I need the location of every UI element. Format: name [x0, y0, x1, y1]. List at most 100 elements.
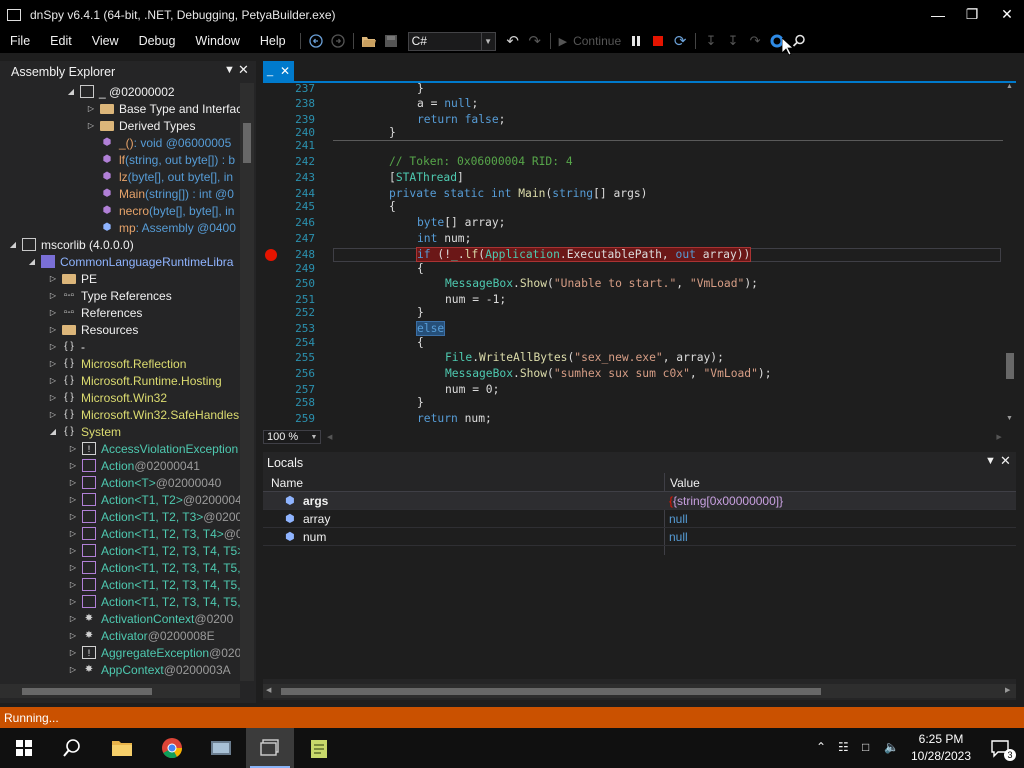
- collapsed-arrow-icon[interactable]: ▷: [48, 410, 58, 419]
- tree-node[interactable]: ▷ PE: [48, 270, 97, 287]
- column-header-value[interactable]: Value: [670, 476, 700, 490]
- tree-node[interactable]: ◢ _ @02000002: [66, 83, 175, 100]
- tree-node-assembly[interactable]: ◢ mscorlib (4.0.0.0): [8, 236, 134, 253]
- maximize-button[interactable]: ❐: [955, 0, 989, 29]
- minimize-button[interactable]: —: [921, 0, 955, 29]
- expanded-arrow-icon[interactable]: ◢: [48, 427, 58, 436]
- menu-help[interactable]: Help: [250, 29, 296, 53]
- collapsed-arrow-icon[interactable]: ▷: [68, 597, 78, 606]
- tree-node[interactable]: ▷ Base Type and Interfac: [86, 100, 240, 117]
- zoom-select[interactable]: 100 % ▼: [263, 430, 321, 444]
- save-all-button[interactable]: [380, 29, 402, 53]
- scrollbar-thumb[interactable]: [243, 123, 251, 163]
- tree-node-class[interactable]: ▷ Action <T1, T2, T3, T4, T5,: [68, 593, 240, 610]
- continue-button[interactable]: ▶ Continue: [555, 29, 626, 53]
- tree-node[interactable]: ▷ ▫-▫ Type References: [48, 287, 172, 304]
- tree-node-namespace[interactable]: ▷{ } Microsoft.Win32: [48, 389, 167, 406]
- app-taskbar-button[interactable]: [197, 728, 245, 768]
- tree-node-field[interactable]: ⬢ mp : Assembly @0400: [100, 219, 236, 236]
- scroll-up-arrow-icon[interactable]: ▲: [1006, 83, 1013, 90]
- collapsed-arrow-icon[interactable]: ▷: [48, 274, 58, 283]
- collapsed-arrow-icon[interactable]: ▷: [48, 359, 58, 368]
- tree-node-class[interactable]: ▷ Action <T1, T2, T3, T4, T5>: [68, 542, 240, 559]
- language-select[interactable]: C# ▼: [407, 31, 496, 51]
- tree-node-class[interactable]: ▷ Action @02000041: [68, 457, 200, 474]
- collapsed-arrow-icon[interactable]: ▷: [48, 308, 58, 317]
- collapsed-arrow-icon[interactable]: ▷: [68, 665, 78, 674]
- collapsed-arrow-icon[interactable]: ▷: [68, 478, 78, 487]
- line-number-gutter[interactable]: 237 238 239 240 241 242 243 244 245 246 …: [263, 83, 329, 430]
- value-cell[interactable]: null: [669, 530, 688, 544]
- dnspy-taskbar-button[interactable]: [246, 728, 294, 768]
- collapsed-arrow-icon[interactable]: ▷: [48, 342, 58, 351]
- column-header-name[interactable]: Name: [271, 476, 303, 490]
- tree-node-class[interactable]: ▷ Action <T1, T2, T3> @0200: [68, 508, 240, 525]
- clock[interactable]: 6:25 PM 10/28/2023: [906, 731, 976, 765]
- network-icon[interactable]: □: [862, 740, 869, 754]
- restart-button[interactable]: ⟳: [669, 29, 691, 53]
- collapsed-arrow-icon[interactable]: ▷: [68, 546, 78, 555]
- tree-node-module[interactable]: ◢ CommonLanguageRuntimeLibra: [27, 253, 234, 270]
- expanded-arrow-icon[interactable]: ◢: [8, 240, 18, 249]
- collapsed-arrow-icon[interactable]: ▷: [48, 325, 58, 334]
- tree-node-class[interactable]: ▷ Action <T1, T2, T3, T4> @0: [68, 525, 240, 542]
- collapsed-arrow-icon[interactable]: ▷: [68, 631, 78, 640]
- scroll-right-arrow-icon[interactable]: ▶: [1005, 686, 1010, 694]
- editor-tab[interactable]: _ ✕: [263, 61, 294, 81]
- start-button[interactable]: [0, 728, 48, 768]
- tree-node[interactable]: ▷ ▫-▫ References: [48, 304, 142, 321]
- menu-debug[interactable]: Debug: [129, 29, 186, 53]
- chevron-up-icon[interactable]: ⌃: [816, 740, 826, 754]
- locals-horizontal-scrollbar[interactable]: ◀ ▶: [263, 684, 1016, 698]
- tree-node-class[interactable]: ▷ Action <T1, T2, T3, T4, T5,: [68, 576, 240, 593]
- value-cell[interactable]: null: [669, 512, 688, 526]
- collapsed-arrow-icon[interactable]: ▷: [68, 580, 78, 589]
- expanded-arrow-icon[interactable]: ◢: [66, 87, 76, 96]
- panel-menu-chevron-icon[interactable]: ▼: [224, 64, 235, 76]
- scrollbar-thumb[interactable]: [281, 688, 821, 695]
- step-out-button[interactable]: ↷: [744, 29, 766, 53]
- table-row[interactable]: ⬢ array null: [263, 510, 1016, 528]
- tree-node-class[interactable]: ▷ ✸ Activator @0200008E: [68, 627, 215, 644]
- menu-file[interactable]: File: [0, 29, 40, 53]
- scrollbar-thumb[interactable]: [1006, 353, 1014, 379]
- navigate-forward-button[interactable]: [327, 29, 349, 53]
- collapsed-arrow-icon[interactable]: ▷: [48, 376, 58, 385]
- break-all-button[interactable]: [625, 29, 647, 53]
- tab-close-icon[interactable]: ✕: [280, 64, 290, 78]
- stop-debugging-button[interactable]: [647, 29, 669, 53]
- notepad-taskbar-button[interactable]: [295, 728, 343, 768]
- editor-vertical-scrollbar[interactable]: ▲ ▼: [1004, 83, 1016, 430]
- code-editor[interactable]: 237 238 239 240 241 242 243 244 245 246 …: [263, 83, 1016, 430]
- tree-node-namespace[interactable]: ▷{ } -: [48, 338, 85, 355]
- collapsed-arrow-icon[interactable]: ▷: [68, 529, 78, 538]
- panel-menu-chevron-icon[interactable]: ▼: [985, 455, 996, 467]
- navigate-back-button[interactable]: [305, 29, 327, 53]
- tree-node[interactable]: ▷ Derived Types: [86, 117, 196, 134]
- search-taskbar-button[interactable]: [48, 728, 96, 768]
- collapsed-arrow-icon[interactable]: ▷: [48, 291, 58, 300]
- collapsed-arrow-icon[interactable]: ▷: [68, 648, 78, 657]
- table-row[interactable]: ⬢ args {{string[0x00000000]}: [263, 492, 1016, 510]
- redo-button[interactable]: ↷: [524, 29, 546, 53]
- scroll-left-arrow-icon[interactable]: ◀: [327, 433, 332, 441]
- explorer-horizontal-scrollbar[interactable]: [0, 684, 240, 698]
- tree-node-class[interactable]: ▷ ✸ AppContext @0200003A: [68, 661, 231, 678]
- panel-close-icon[interactable]: ✕: [238, 62, 249, 78]
- tree-node-method[interactable]: ⬢ lf (string, out byte[]) : b: [100, 151, 235, 168]
- collapsed-arrow-icon[interactable]: ▷: [68, 444, 78, 453]
- tree-node-class[interactable]: ▷! AccessViolationException: [68, 440, 238, 457]
- scroll-right-arrow-icon[interactable]: ▶: [996, 433, 1001, 441]
- tree-node-method[interactable]: ⬢ necro (byte[], byte[], in: [100, 202, 235, 219]
- tree-node-namespace[interactable]: ◢{ } System: [48, 423, 121, 440]
- chrome-taskbar-button[interactable]: [148, 728, 196, 768]
- scroll-left-arrow-icon[interactable]: ◀: [266, 686, 271, 694]
- tree-node-namespace[interactable]: ▷{ } Microsoft.Win32.SafeHandles: [48, 406, 239, 423]
- step-into-button[interactable]: ↧: [700, 29, 722, 53]
- menu-window[interactable]: Window: [185, 29, 249, 53]
- step-over-button[interactable]: ↧: [722, 29, 744, 53]
- action-center-button[interactable]: 3: [976, 728, 1024, 768]
- tree-node-method[interactable]: ⬢ _() : void @06000005: [100, 134, 232, 151]
- volume-muted-icon[interactable]: 🔈: [884, 740, 899, 754]
- tree-node-class[interactable]: ▷ Action <T1, T2> @0200004: [68, 491, 240, 508]
